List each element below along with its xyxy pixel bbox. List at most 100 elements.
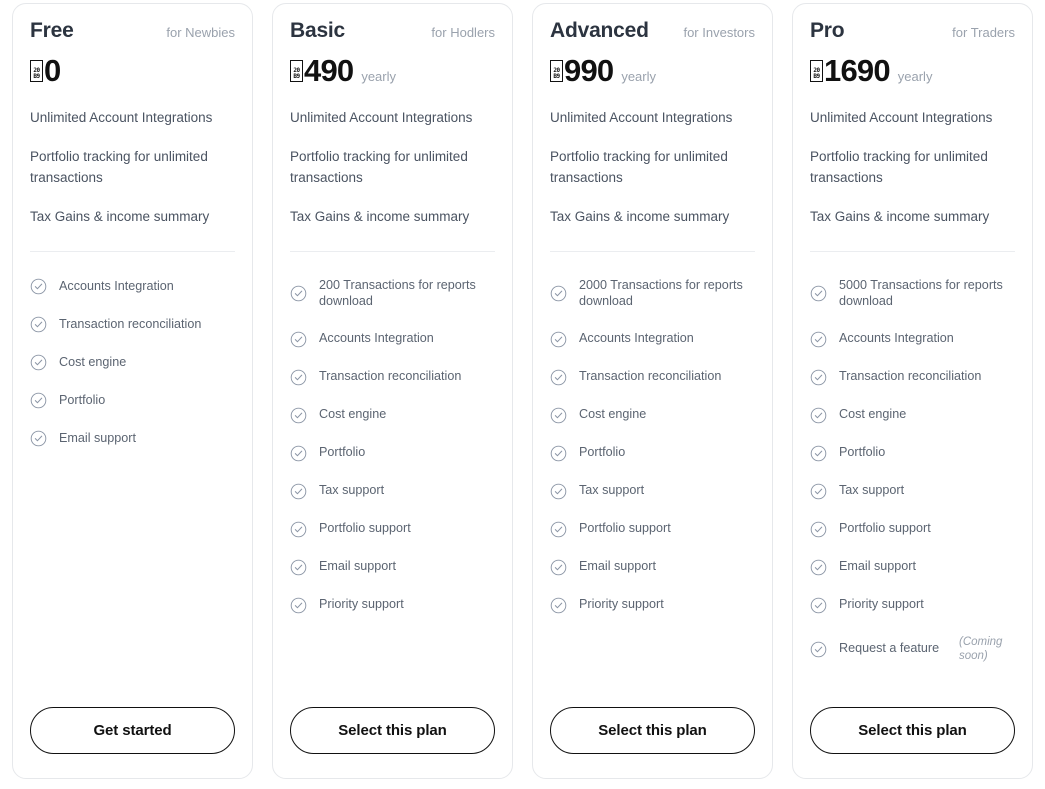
check-circle-icon — [810, 331, 827, 348]
plan-highlight-item: Unlimited Account Integrations — [810, 110, 993, 126]
feature-list-item: Portfolio — [30, 392, 235, 409]
feature-list-item: Cost engine — [30, 354, 235, 371]
feature-list-item: Email support — [290, 559, 495, 576]
feature-label: Portfolio support — [319, 521, 411, 536]
feature-list-item: Priority support — [290, 597, 495, 614]
feature-list-item: Tax support — [550, 483, 755, 500]
feature-label: Email support — [319, 559, 396, 574]
check-circle-icon — [810, 285, 827, 302]
currency-symbol-missing-glyph-icon: 20 B9 — [550, 59, 563, 82]
feature-label: Email support — [579, 559, 656, 574]
plan-price-row: 20 B9 990 yearly — [550, 55, 755, 86]
plan-audience-label: for Hodlers — [431, 25, 495, 40]
feature-label: Accounts Integration — [579, 331, 694, 346]
plan-highlights: Unlimited Account Integrations Portfolio … — [793, 86, 1032, 253]
plan-footer: Get started — [13, 707, 252, 778]
check-circle-icon — [810, 483, 827, 500]
check-circle-icon — [30, 430, 47, 447]
feature-label: Transaction reconciliation — [59, 316, 202, 331]
feature-label: Transaction reconciliation — [319, 369, 462, 384]
plan-highlight-item: Portfolio tracking for unlimited transac… — [30, 149, 208, 185]
currency-codepoint-low: B9 — [813, 72, 820, 80]
plan-price-amount: 0 — [44, 53, 61, 89]
feature-list-item: Transaction reconciliation — [810, 369, 1015, 386]
currency-symbol-missing-glyph-icon: 20 B9 — [290, 59, 303, 82]
check-circle-icon — [810, 559, 827, 576]
feature-label: Priority support — [579, 597, 664, 612]
feature-label: Email support — [59, 430, 136, 445]
check-circle-icon — [550, 285, 567, 302]
plan-highlights: Unlimited Account Integrations Portfolio … — [273, 86, 512, 253]
plan-name: Basic — [290, 19, 346, 42]
plan-highlights: Unlimited Account Integrations Portfolio … — [533, 86, 772, 253]
feature-list-item: Accounts Integration — [550, 331, 755, 348]
check-circle-icon — [810, 369, 827, 386]
feature-label: Priority support — [839, 597, 924, 612]
plan-highlight-item: Tax Gains & income summary — [550, 208, 730, 224]
feature-list-item: Priority support — [810, 597, 1015, 614]
feature-list-item: Transaction reconciliation — [290, 369, 495, 386]
plan-cta-button[interactable]: Get started — [30, 707, 235, 754]
feature-list-item: Portfolio support — [810, 521, 1015, 538]
plan-name: Advanced — [550, 19, 649, 42]
feature-label: Cost engine — [839, 407, 907, 422]
check-circle-icon — [290, 521, 307, 538]
plan-feature-list: 5000 Transactions for reports download Ac… — [793, 252, 1032, 707]
plan-price-row: 20 B9 0 — [30, 55, 235, 86]
feature-list-item: 2000 Transactions for reports download — [550, 278, 755, 309]
feature-label: Tax support — [319, 483, 385, 498]
feature-label: Request a feature — [839, 641, 940, 656]
plan-footer: Select this plan — [533, 707, 772, 778]
plan-audience-label: for Investors — [683, 25, 755, 40]
plan-price-period: yearly — [621, 69, 657, 85]
plan-header: Pro for Traders 20 B9 1690 yearly — [793, 4, 1032, 86]
feature-list-item: 5000 Transactions for reports download — [810, 278, 1015, 309]
plan-header-row: Advanced for Investors — [550, 18, 755, 43]
feature-label: Accounts Integration — [59, 278, 174, 293]
feature-note-coming-soon: (Coming soon) — [959, 635, 1003, 663]
check-circle-icon — [550, 331, 567, 348]
check-circle-icon — [550, 559, 567, 576]
plan-card-basic: Basic for Hodlers 20 B9 490 yearly Unlimited A… — [272, 3, 513, 779]
currency-codepoint-low: B9 — [293, 72, 300, 80]
check-circle-icon — [290, 285, 307, 302]
feature-label: Portfolio — [839, 445, 886, 460]
feature-label: 2000 Transactions for reports download — [579, 278, 743, 308]
feature-list-item: Portfolio — [550, 445, 755, 462]
check-circle-icon — [290, 369, 307, 386]
feature-label: 200 Transactions for reports download — [319, 278, 476, 308]
check-circle-icon — [810, 597, 827, 614]
plan-card-advanced: Advanced for Investors 20 B9 990 yearly Unlimi… — [532, 3, 773, 779]
check-circle-icon — [30, 278, 47, 295]
feature-list-item: Transaction reconciliation — [30, 316, 235, 333]
feature-label: Portfolio — [59, 392, 106, 407]
plan-feature-list: 200 Transactions for reports download Acc… — [273, 252, 512, 707]
feature-list-item: Portfolio support — [550, 521, 755, 538]
feature-label: Cost engine — [319, 407, 387, 422]
plan-cta-button[interactable]: Select this plan — [290, 707, 495, 754]
plan-header-row: Pro for Traders — [810, 18, 1015, 43]
plan-highlight-item: Unlimited Account Integrations — [30, 110, 213, 126]
plan-price-amount: 1690 — [824, 53, 891, 89]
plan-cta-button[interactable]: Select this plan — [550, 707, 755, 754]
feature-label: Transaction reconciliation — [579, 369, 722, 384]
plan-price-amount: 990 — [564, 53, 614, 89]
feature-list-item: Portfolio — [810, 445, 1015, 462]
feature-list-item: 200 Transactions for reports download — [290, 278, 495, 309]
feature-label: Tax support — [579, 483, 645, 498]
plan-price-amount: 490 — [304, 53, 354, 89]
feature-list-item: Email support — [550, 559, 755, 576]
plan-highlight-item: Tax Gains & income summary — [30, 208, 210, 224]
plan-footer: Select this plan — [273, 707, 512, 778]
feature-list-item: Tax support — [290, 483, 495, 500]
check-circle-icon — [290, 483, 307, 500]
plan-name: Free — [30, 19, 74, 42]
feature-label: Portfolio — [319, 445, 366, 460]
plan-highlight-item: Unlimited Account Integrations — [290, 110, 473, 126]
plan-cta-button[interactable]: Select this plan — [810, 707, 1015, 754]
feature-list-item: Priority support — [550, 597, 755, 614]
plan-price-period: yearly — [361, 69, 397, 85]
check-circle-icon — [550, 597, 567, 614]
check-circle-icon — [290, 559, 307, 576]
feature-list-item: Portfolio — [290, 445, 495, 462]
